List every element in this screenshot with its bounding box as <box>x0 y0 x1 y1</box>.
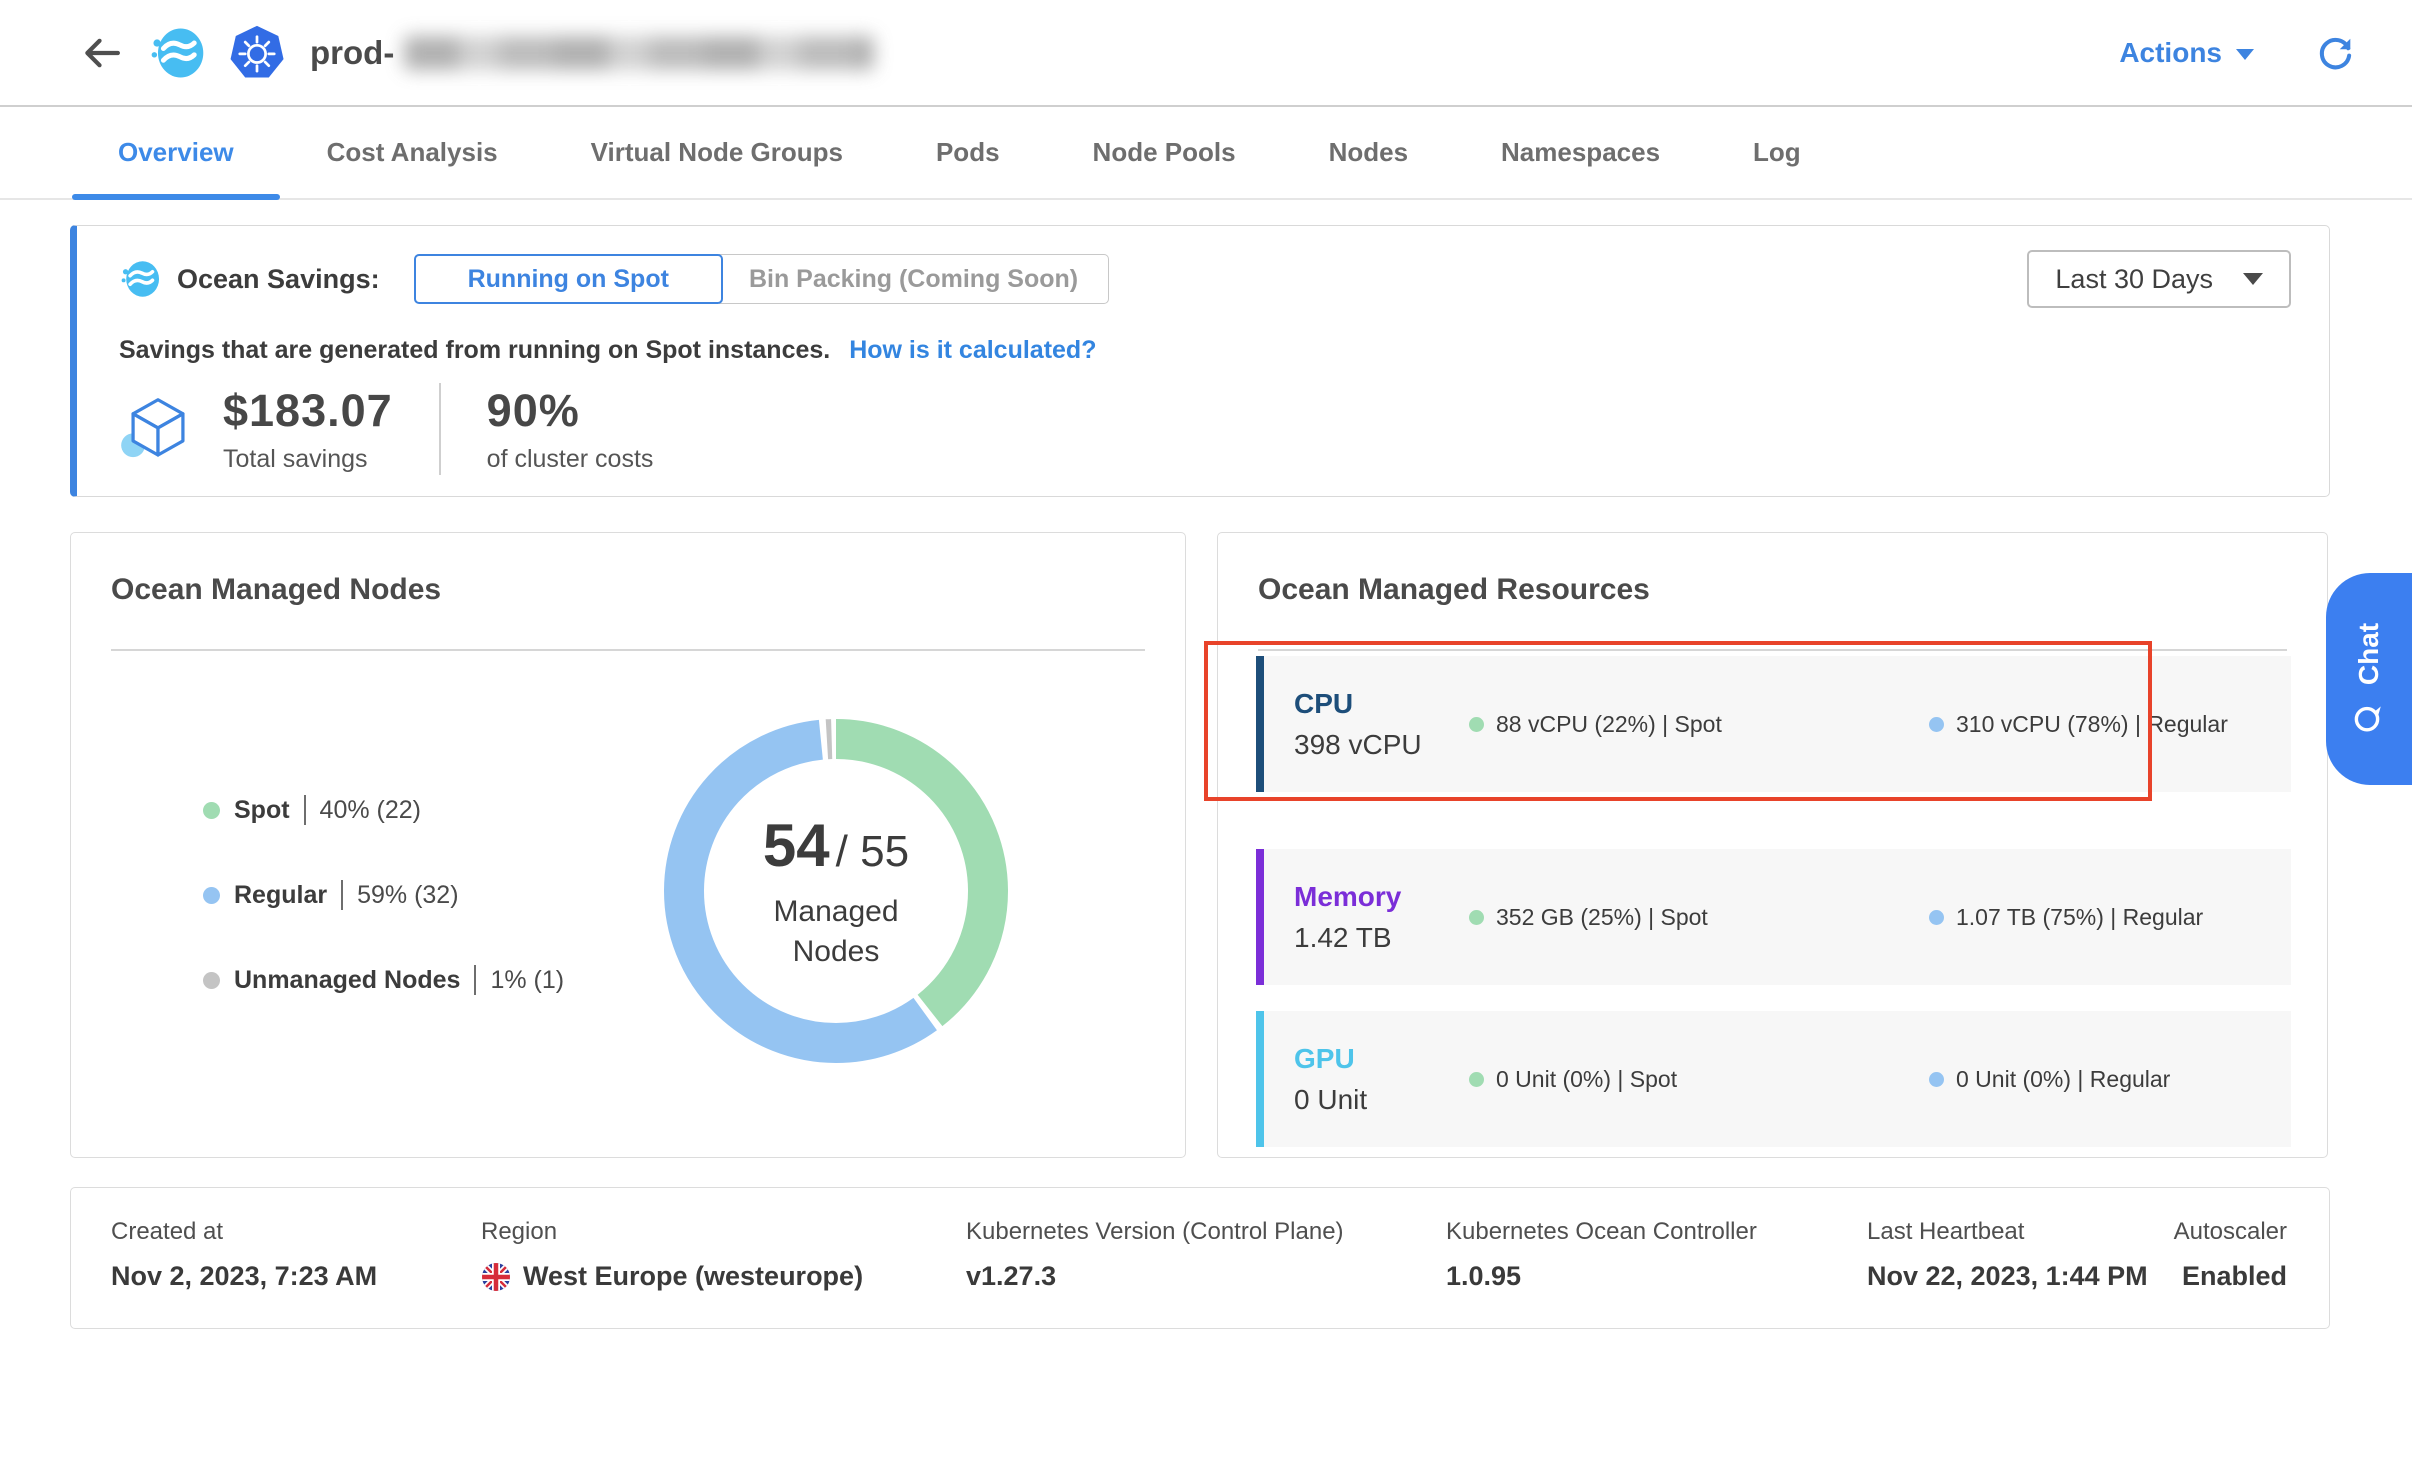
cluster-info-bar: Created at Nov 2, 2023, 7:23 AM Region W… <box>70 1187 2330 1329</box>
spot-dot <box>1469 910 1484 925</box>
cluster-cost-percent: 90% <box>487 385 654 437</box>
cpu-regular-stat: 310 vCPU (78%) | Regular <box>1929 711 2228 738</box>
divider <box>1258 649 2287 651</box>
kubernetes-icon <box>228 24 286 82</box>
regular-dot <box>1929 1072 1944 1087</box>
spot-dot <box>1469 1072 1484 1087</box>
memory-regular-stat: 1.07 TB (75%) | Regular <box>1929 904 2203 931</box>
resource-row-gpu: GPU 0 Unit 0 Unit (0%) | Spot 0 Unit (0%… <box>1256 1011 2291 1147</box>
memory-spot-stat: 352 GB (25%) | Spot <box>1469 904 1929 931</box>
cluster-title: prod- <box>310 34 874 72</box>
redacted-cluster-name <box>404 36 874 70</box>
memory-label: Memory <box>1294 881 1469 913</box>
ocean-managed-resources-card: Ocean Managed Resources CPU 398 vCPU 88 … <box>1217 532 2328 1158</box>
ocean-controller-info: Kubernetes Ocean Controller 1.0.95 <box>1446 1218 1757 1292</box>
cpu-color-bar <box>1256 656 1264 792</box>
legend-item-unmanaged: Unmanaged Nodes 1% (1) <box>203 965 564 995</box>
ocean-savings-label: Ocean Savings: <box>177 264 380 295</box>
gpu-total: 0 Unit <box>1294 1084 1469 1116</box>
region-info: Region West Europe (westeurope) <box>481 1218 863 1292</box>
total-savings-value: $183.07 <box>223 385 393 437</box>
period-value: Last 30 Days <box>2055 264 2213 295</box>
total-savings-caption: Total savings <box>223 445 393 474</box>
ocean-cluster-overview-page: prod- Actions Overview Cost Analysis Vir… <box>0 0 2412 1478</box>
total-savings-metric: $183.07 Total savings <box>223 385 393 474</box>
tab-nodes[interactable]: Nodes <box>1329 107 1408 198</box>
tab-node-pools[interactable]: Node Pools <box>1093 107 1236 198</box>
chat-label: Chat <box>2353 623 2385 685</box>
period-dropdown[interactable]: Last 30 Days <box>2027 250 2291 308</box>
ocean-logo-icon <box>148 24 206 82</box>
unmanaged-legend-dot <box>203 972 220 989</box>
legend-item-regular: Regular 59% (32) <box>203 880 459 910</box>
header-actions: Actions <box>2119 34 2412 72</box>
divider <box>439 383 441 475</box>
ocean-wave-icon <box>119 258 161 300</box>
actions-label: Actions <box>2119 37 2222 69</box>
donut-caption: Managed Nodes <box>741 892 931 972</box>
total-count: / 55 <box>836 827 909 877</box>
cluster-cost-caption: of cluster costs <box>487 445 654 474</box>
bin-packing-toggle[interactable]: Bin Packing (Coming Soon) <box>719 254 1109 304</box>
savings-description: Savings that are generated from running … <box>119 336 830 364</box>
refresh-icon <box>2316 34 2354 72</box>
actions-button[interactable]: Actions <box>2119 37 2254 69</box>
gpu-color-bar <box>1256 1011 1264 1147</box>
managed-count: 54 <box>763 811 830 880</box>
ocean-managed-nodes-card: Ocean Managed Nodes Spot 40% (22) Regula… <box>70 532 1186 1158</box>
cpu-spot-stat: 88 vCPU (22%) | Spot <box>1469 711 1929 738</box>
chat-button[interactable]: Chat <box>2326 573 2412 785</box>
spot-dot <box>1469 717 1484 732</box>
created-at-info: Created at Nov 2, 2023, 7:23 AM <box>111 1218 377 1292</box>
refresh-button[interactable] <box>2316 34 2354 72</box>
running-on-spot-toggle[interactable]: Running on Spot <box>414 254 723 304</box>
page-header: prod- Actions <box>0 0 2412 107</box>
how-calculated-link[interactable]: How is it calculated? <box>849 336 1096 364</box>
spot-legend-dot <box>203 802 220 819</box>
savings-mode-toggle: Running on Spot Bin Packing (Coming Soon… <box>414 254 1110 304</box>
gpu-label: GPU <box>1294 1043 1469 1075</box>
cpu-total: 398 vCPU <box>1294 729 1469 761</box>
cluster-name-prefix: prod- <box>310 34 394 72</box>
cluster-cost-metric: 90% of cluster costs <box>487 385 654 474</box>
regular-dot <box>1929 910 1944 925</box>
tab-log[interactable]: Log <box>1753 107 1801 198</box>
cpu-label: CPU <box>1294 688 1469 720</box>
tab-namespaces[interactable]: Namespaces <box>1501 107 1660 198</box>
regular-dot <box>1929 717 1944 732</box>
kubernetes-version-info: Kubernetes Version (Control Plane) v1.27… <box>966 1218 1344 1292</box>
ocean-savings-banner: Ocean Savings: Running on Spot Bin Packi… <box>70 225 2330 497</box>
gpu-spot-stat: 0 Unit (0%) | Spot <box>1469 1066 1929 1093</box>
tab-cost-analysis[interactable]: Cost Analysis <box>327 107 498 198</box>
arrow-left-icon <box>80 31 124 75</box>
memory-color-bar <box>1256 849 1264 985</box>
chevron-down-icon <box>2243 273 2263 285</box>
autoscaler-info: Autoscaler Enabled <box>2174 1218 2287 1292</box>
divider <box>111 649 1145 651</box>
tab-overview[interactable]: Overview <box>118 107 234 198</box>
legend-item-spot: Spot 40% (22) <box>203 795 421 825</box>
resource-row-cpu: CPU 398 vCPU 88 vCPU (22%) | Spot 310 vC… <box>1256 656 2291 792</box>
tab-pods[interactable]: Pods <box>936 107 1000 198</box>
managed-resources-title: Ocean Managed Resources <box>1258 573 2287 607</box>
gpu-regular-stat: 0 Unit (0%) | Regular <box>1929 1066 2170 1093</box>
chevron-down-icon <box>2236 49 2254 60</box>
tab-virtual-node-groups[interactable]: Virtual Node Groups <box>591 107 843 198</box>
uk-flag-icon <box>481 1262 511 1292</box>
savings-cube-icon <box>119 390 197 468</box>
back-button[interactable] <box>78 29 126 77</box>
managed-nodes-title: Ocean Managed Nodes <box>111 573 1145 607</box>
resource-row-memory: Memory 1.42 TB 352 GB (25%) | Spot 1.07 … <box>1256 849 2291 985</box>
regular-legend-dot <box>203 887 220 904</box>
chat-bubble-icon <box>2352 701 2386 735</box>
tab-bar: Overview Cost Analysis Virtual Node Grou… <box>0 107 2412 200</box>
region-value: West Europe (westeurope) <box>523 1261 863 1292</box>
memory-total: 1.42 TB <box>1294 922 1469 954</box>
managed-nodes-donut-chart: 54 / 55 Managed Nodes <box>656 711 1016 1071</box>
donut-center-label: 54 / 55 Managed Nodes <box>656 711 1016 1071</box>
last-heartbeat-info: Last Heartbeat Nov 22, 2023, 1:44 PM <box>1867 1218 2148 1292</box>
